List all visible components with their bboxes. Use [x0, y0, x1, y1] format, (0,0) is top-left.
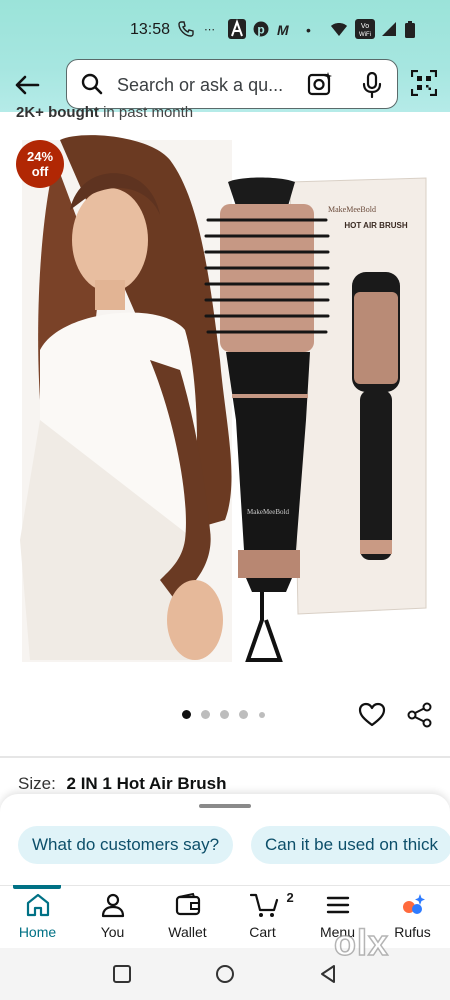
svg-text:Vo: Vo	[361, 23, 369, 30]
product-image-carousel[interactable]: MakeMeeBold HOT AIR BRUSH MakeMeeBold	[0, 120, 450, 680]
carousel-dot[interactable]	[239, 710, 248, 719]
size-label: Size:	[18, 774, 56, 793]
vowifi-icon: Vo WiFi	[355, 19, 375, 43]
nav-home[interactable]: Home	[0, 892, 75, 940]
nav-cart[interactable]: 2 Cart	[225, 890, 300, 940]
discount-badge: 24% off	[16, 140, 64, 188]
phone-icon	[178, 21, 194, 41]
search-icon	[81, 73, 103, 95]
size-selector[interactable]: Size: 2 IN 1 Hot Air Brush	[18, 774, 226, 794]
back-triangle-icon[interactable]	[318, 964, 338, 984]
back-arrow-icon[interactable]	[12, 70, 42, 100]
svg-text:p: p	[257, 23, 264, 37]
suggestion-chip[interactable]: Can it be used on thick	[251, 826, 450, 864]
cart-count-badge: 2	[286, 890, 294, 905]
dot-icon: •	[306, 22, 311, 38]
svg-text:MakeMeeBold: MakeMeeBold	[328, 205, 376, 214]
battery-icon	[405, 21, 415, 42]
cart-icon: 2	[249, 890, 294, 918]
svg-text:WiFi: WiFi	[359, 32, 371, 38]
svg-text:MakeMeeBold: MakeMeeBold	[247, 508, 289, 516]
status-time: 13:58	[130, 21, 171, 38]
olx-watermark: olx	[333, 921, 390, 964]
person-icon	[100, 892, 126, 918]
nav-wallet[interactable]: Wallet	[150, 892, 225, 940]
share-icon[interactable]	[406, 701, 434, 729]
wallet-icon	[175, 892, 201, 918]
wifi-icon	[330, 21, 348, 41]
model-photo	[20, 135, 232, 662]
status-bar: 13:58 ⋯ p M • Vo WiFi	[0, 0, 450, 58]
mic-icon[interactable]	[361, 71, 383, 99]
size-value: 2 IN 1 Hot Air Brush	[66, 774, 227, 793]
carousel-dot[interactable]	[201, 710, 210, 719]
search-input[interactable]: Search or ask a qu...	[117, 75, 283, 96]
qr-scan-icon[interactable]	[410, 69, 438, 97]
search-bar[interactable]: Search or ask a qu...	[66, 59, 398, 109]
discount-percent: 24%	[26, 149, 54, 164]
heart-icon[interactable]	[358, 701, 386, 729]
home-icon	[25, 892, 51, 918]
section-divider	[0, 756, 450, 758]
sheet-grabber[interactable]	[199, 804, 251, 808]
recent-apps-icon[interactable]	[112, 964, 132, 984]
nav-you[interactable]: You	[75, 892, 150, 940]
nav-active-indicator	[13, 885, 61, 889]
carousel-dot-active[interactable]	[182, 710, 191, 719]
carousel-dot[interactable]	[220, 710, 229, 719]
bought-count-text: 2K+ bought in past month	[16, 104, 194, 121]
m-icon: M	[277, 22, 289, 38]
home-circle-icon[interactable]	[215, 964, 235, 984]
app-a-icon	[228, 19, 246, 43]
menu-icon	[325, 892, 351, 918]
camera-lens-icon[interactable]	[307, 71, 333, 97]
pinterest-icon: p	[253, 21, 269, 41]
app-header: 13:58 ⋯ p M • Vo WiFi Search or ask a qu…	[0, 0, 450, 112]
carousel-dot[interactable]	[259, 712, 265, 718]
dash-icon: ⋯	[204, 24, 215, 36]
rufus-suggestion-sheet: What do customers say? Can it be used on…	[0, 794, 450, 889]
suggestion-chip[interactable]: What do customers say?	[18, 826, 234, 864]
svg-text:HOT AIR BRUSH: HOT AIR BRUSH	[344, 221, 407, 230]
signal-icon	[381, 21, 397, 41]
discount-label: off	[31, 164, 49, 179]
rufus-icon	[400, 892, 426, 918]
product-image: MakeMeeBold HOT AIR BRUSH MakeMeeBold	[20, 135, 427, 662]
